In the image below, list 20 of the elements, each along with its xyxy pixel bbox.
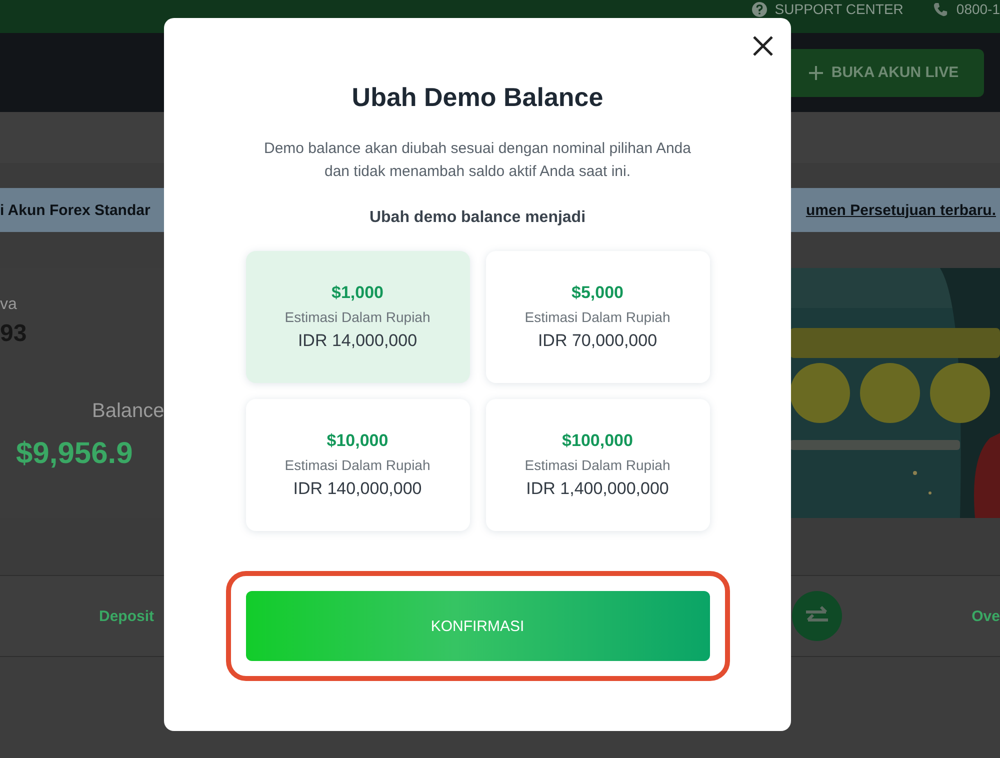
close-icon[interactable] — [751, 34, 775, 58]
balance-value: $9,956.9 — [16, 437, 134, 471]
notice-text: i Akun Forex Standar — [0, 202, 150, 218]
phone-icon — [933, 2, 948, 17]
support-center-link[interactable]: SUPPORT CENTER — [774, 2, 904, 17]
confirm-button[interactable]: KONFIRMASI — [246, 591, 710, 661]
modal-description: Demo balance akan diubah sesuai dengan nominal pilihan Anda dan tidak menambah saldo aktif Anda saat ini. — [263, 139, 692, 182]
modal-prompt: Ubah demo balance menjadi — [369, 209, 586, 227]
account-label: va — [0, 296, 18, 314]
overview-link[interactable]: Ove — [972, 608, 1000, 624]
modal-title: Ubah Demo Balance — [352, 82, 604, 113]
balance-option[interactable]: $1,000 Estimasi Dalam Rupiah IDR 14,000,000 — [246, 251, 470, 383]
balance-option[interactable]: $100,000 Estimasi Dalam Rupiah IDR 1,400,000,000 — [486, 399, 710, 531]
balance-option[interactable]: $5,000 Estimasi Dalam Rupiah IDR 70,000,000 — [486, 251, 710, 383]
plus-icon — [809, 66, 824, 80]
balance-label: Balance — [92, 400, 165, 423]
deposit-link[interactable]: Deposit — [99, 608, 154, 624]
agreement-link[interactable]: umen Persetujuan terbaru. — [806, 202, 1000, 218]
balance-option[interactable]: $10,000 Estimasi Dalam Rupiah IDR 140,000,000 — [246, 399, 470, 531]
phone-number: 0800-1 — [956, 2, 1000, 17]
